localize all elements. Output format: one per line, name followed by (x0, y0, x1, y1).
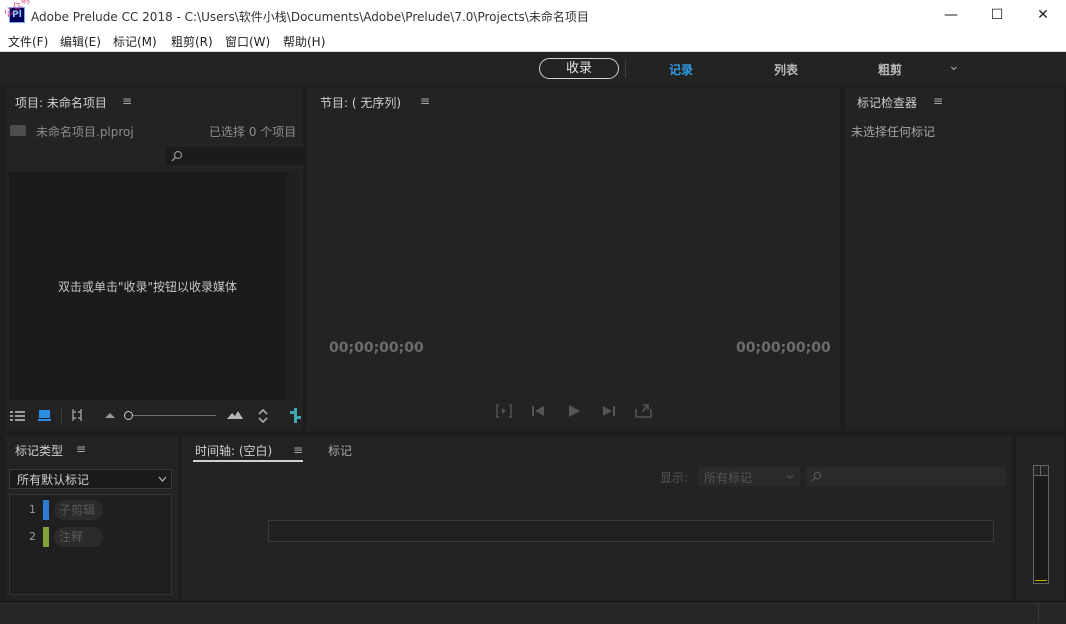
workspace-bar (0, 52, 1066, 85)
zoom-in-icon[interactable] (226, 410, 244, 420)
markers-tab[interactable]: 标记 (328, 442, 352, 459)
audio-meter (1033, 475, 1049, 584)
marker-inspector-title[interactable]: 标记检查器 (857, 94, 917, 111)
menu-edit[interactable]: 编辑(E) (60, 33, 101, 50)
menu-marker[interactable]: 标记(M) (113, 33, 157, 50)
marker-type-index: 2 (29, 530, 36, 543)
audio-meter-level (1035, 580, 1047, 581)
new-bin-icon[interactable] (289, 408, 302, 423)
zoom-slider-track[interactable] (128, 415, 216, 416)
play-icon[interactable] (567, 404, 581, 418)
close-button[interactable]: ✕ (1020, 0, 1066, 31)
program-panel (307, 88, 840, 431)
marker-inspector-menu-icon[interactable]: ≡ (933, 94, 943, 108)
status-bar (0, 603, 1066, 624)
icon-view-icon[interactable] (38, 409, 51, 422)
timeline-show-label: 显示: (660, 471, 689, 485)
marker-type-button-comment[interactable]: 注释 (54, 527, 103, 547)
menu-file[interactable]: 文件(F) (8, 33, 48, 50)
chevron-down-icon (158, 476, 167, 482)
project-search-input[interactable] (186, 148, 298, 163)
timeline-tab-underline (193, 460, 303, 462)
marker-type-title[interactable]: 标记类型 (15, 442, 63, 459)
timeline-tab[interactable]: 时间轴: (空白) (195, 442, 272, 459)
menu-help[interactable]: 帮助(H) (283, 33, 325, 50)
project-search-box[interactable] (166, 147, 303, 165)
project-file-name: 未命名项目.plproj (36, 125, 134, 139)
project-folder-icon (10, 125, 26, 136)
project-empty-hint: 双击或单击"收录"按钮以收录媒体 (57, 280, 238, 294)
program-duration-timecode: 00;00;00;00 (736, 340, 831, 356)
window-title: Adobe Prelude CC 2018 - C:\Users\软件小栈\Do… (31, 10, 589, 24)
marker-type-button-subclip[interactable]: 子剪辑 (54, 500, 103, 520)
status-bar-separator (1038, 605, 1039, 622)
freeform-view-icon[interactable] (70, 408, 84, 422)
program-panel-menu-icon[interactable]: ≡ (420, 94, 430, 108)
menu-rough-cut[interactable]: 粗剪(R) (171, 33, 213, 50)
ingest-button[interactable]: 收录 (539, 58, 619, 79)
timeline-panel (181, 436, 1012, 600)
timeline-show-value: 所有标记 (704, 471, 753, 485)
export-frame-icon[interactable] (635, 403, 652, 418)
menu-window[interactable]: 窗口(W) (225, 33, 270, 50)
marker-type-index: 1 (29, 503, 36, 516)
search-icon (811, 471, 822, 482)
minimize-button[interactable]: — (928, 0, 974, 31)
marker-type-dropdown-value: 所有默认标记 (17, 473, 90, 487)
project-scrollbar[interactable] (286, 172, 300, 400)
timeline-track-area[interactable] (268, 520, 994, 542)
marker-type-dropdown[interactable]: 所有默认标记 (9, 469, 172, 489)
timeline-show-dropdown[interactable]: 所有标记 (698, 467, 800, 486)
list-view-icon[interactable] (10, 410, 26, 422)
search-icon (171, 150, 183, 162)
marker-type-color-swatch (43, 500, 49, 520)
footer-separator (61, 407, 62, 424)
sort-icon[interactable] (257, 409, 269, 423)
project-selection-status: 已选择 0 个项目 (209, 125, 297, 139)
workspace-separator (625, 60, 626, 78)
project-panel-title[interactable]: 项目: 未命名项目 (15, 94, 107, 111)
timeline-search-box[interactable] (806, 467, 1006, 486)
timeline-search-input[interactable] (826, 469, 1000, 484)
marker-type-color-swatch (43, 527, 49, 547)
insert-marker-icon[interactable] (495, 404, 513, 418)
program-current-timecode[interactable]: 00;00;00;00 (329, 340, 424, 356)
marker-type-menu-icon[interactable]: ≡ (76, 442, 86, 456)
maximize-button[interactable]: ☐ (974, 0, 1020, 31)
audio-meter-peak-indicator[interactable] (1033, 465, 1049, 475)
audio-meter-divider (1040, 465, 1041, 475)
workspace-more-chevron-icon[interactable]: ⌄ (948, 58, 960, 74)
workspace-tab-log[interactable]: 记录 (669, 61, 693, 78)
chevron-down-icon (786, 474, 794, 479)
step-forward-icon[interactable] (602, 405, 616, 417)
program-panel-title[interactable]: 节目: ( 无序列) (320, 94, 401, 111)
workspace-tab-rough-cut[interactable]: 粗剪 (878, 61, 902, 78)
menu-bar: 文件(F) 编辑(E) 标记(M) 粗剪(R) 窗口(W) 帮助(H) (0, 31, 1066, 52)
project-panel-menu-icon[interactable]: ≡ (122, 94, 132, 108)
workspace-tab-list[interactable]: 列表 (774, 61, 798, 78)
timeline-menu-icon[interactable]: ≡ (293, 443, 303, 457)
marker-inspector-empty-text: 未选择任何标记 (851, 125, 936, 139)
step-back-icon[interactable] (531, 405, 545, 417)
zoom-out-icon[interactable] (104, 412, 116, 419)
zoom-slider-handle[interactable] (124, 411, 133, 420)
